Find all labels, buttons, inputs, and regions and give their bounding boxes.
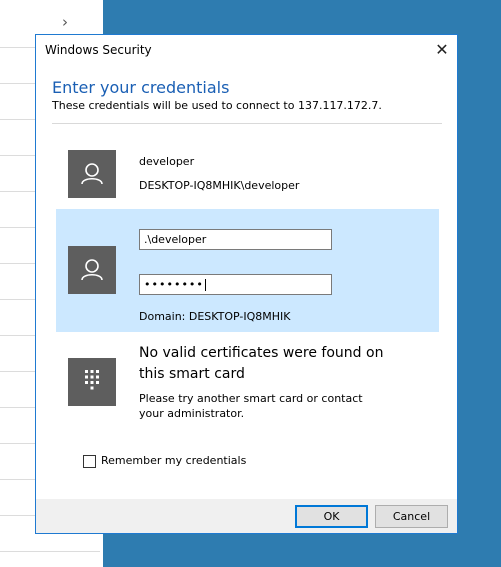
divider <box>0 551 100 552</box>
smart-card-description: Please try another smart card or contact… <box>139 392 363 420</box>
title-bar[interactable]: Windows Security ✕ <box>36 35 457 66</box>
username-field[interactable]: .\developer <box>139 229 332 250</box>
username-value: .\developer <box>144 233 207 246</box>
ok-button[interactable]: OK <box>295 505 368 528</box>
close-icon[interactable]: ✕ <box>431 39 453 61</box>
account-full-name: DESKTOP-IQ8MHIK\developer <box>139 179 300 192</box>
subtitle: These credentials will be used to connec… <box>52 99 382 112</box>
account-name: developer <box>139 155 195 168</box>
credentials-dialog: Windows Security ✕ Enter your credential… <box>35 34 458 534</box>
remember-checkbox[interactable] <box>83 454 96 468</box>
page-title: Enter your credentials <box>52 78 230 97</box>
divider <box>52 123 442 124</box>
cancel-button[interactable]: Cancel <box>375 505 448 528</box>
remember-credentials[interactable]: Remember my credentials <box>83 454 246 468</box>
dialog-title: Windows Security <box>45 43 152 57</box>
user-icon <box>68 246 116 294</box>
button-bar: OK Cancel <box>36 499 457 533</box>
password-field[interactable]: •••••••• <box>139 274 332 295</box>
remember-label: Remember my credentials <box>101 454 247 467</box>
text-cursor <box>204 279 206 291</box>
smart-card-title: No valid certificates were found on this… <box>139 345 384 382</box>
user-icon <box>68 150 116 198</box>
password-mask: •••••••• <box>144 278 204 291</box>
chevron-right-icon: › <box>62 13 68 31</box>
keypad-icon <box>68 358 116 406</box>
domain-label: Domain: DESKTOP-IQ8MHIK <box>139 310 291 323</box>
